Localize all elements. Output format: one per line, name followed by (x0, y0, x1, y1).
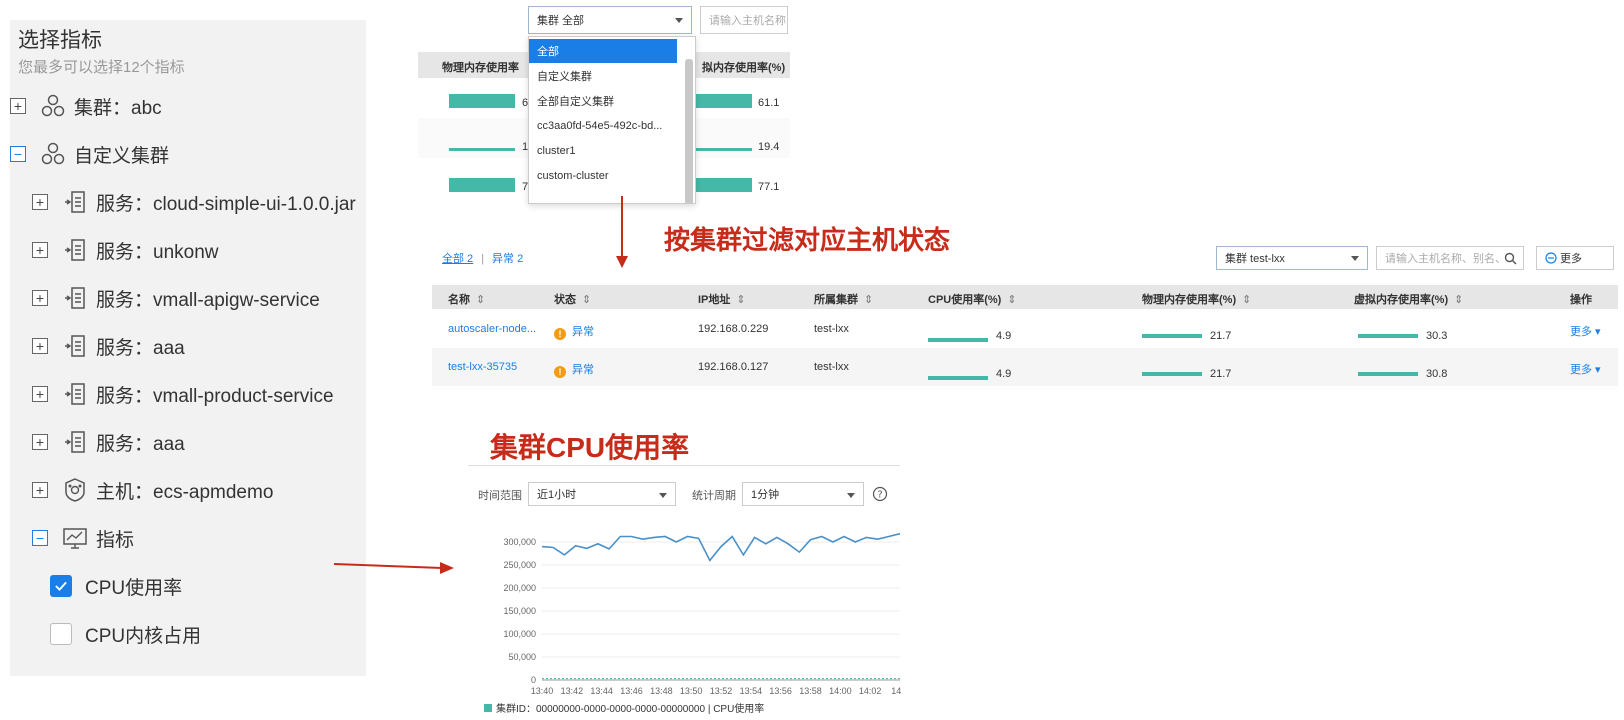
cpu-usage-chart: 0 50,000 100,000 150,000 200,000 250,000 300,0… (503, 532, 902, 696)
chevron-down-icon (659, 493, 667, 498)
more-button-label: 更多 (1560, 253, 1582, 265)
table-row: test-lxx-35735 ! 异常 192.168.0.127 test-lx… (432, 348, 1618, 386)
row-more-link[interactable]: 更多 ▾ (1570, 323, 1601, 339)
status-badge: ! 异常 (554, 361, 594, 378)
memory-value: 21.7 (1210, 330, 1232, 342)
x-tick-label: 13:48 (650, 686, 673, 696)
y-tick-label: 200,000 (503, 583, 536, 593)
host-table-search-input[interactable]: 请输入主机名称、别名、 (1376, 246, 1524, 270)
chevron-down-icon (847, 493, 855, 498)
table-row: autoscaler-node... ! 异常 192.168.0.229 tes… (432, 310, 1618, 348)
x-tick-label: 14:00 (829, 686, 852, 696)
chart-legend[interactable]: 集群ID：00000000-0000-0000-0000-00000000 | … (484, 700, 764, 715)
cpu-bar (928, 376, 988, 380)
status-tabs: 全部 2 | 异常 2 (442, 250, 523, 266)
tab-abnormal[interactable]: 异常 2 (492, 253, 523, 265)
x-tick-label: 14:0 (891, 686, 902, 696)
svg-text:?: ? (877, 490, 882, 501)
search-icon[interactable] (1504, 252, 1517, 265)
column-header-name[interactable]: 名称 ⇕ (448, 291, 485, 307)
column-header-actions: 操作 (1570, 294, 1592, 306)
x-tick-label: 14:02 (859, 686, 882, 696)
time-range-select[interactable]: 近1小时 (528, 482, 676, 506)
sort-icon: ⇕ (1242, 294, 1252, 306)
memory-value: 21.7 (1210, 368, 1232, 380)
column-header-cluster[interactable]: 所属集群 ⇕ (814, 291, 873, 307)
sort-icon: ⇕ (1007, 294, 1017, 306)
right-arrow-icon (333, 562, 454, 574)
host-table-search-placeholder: 请输入主机名称、别名、 (1385, 253, 1506, 265)
x-tick-label: 13:40 (531, 686, 554, 696)
minus-circle-icon (1545, 252, 1557, 264)
sort-icon: ⇕ (476, 294, 486, 306)
host-table-header: 名称 ⇕ 状态 ⇕ IP地址 ⇕ 所属集群 ⇕ CPU使用率(%) ⇕ 物理内存使用率(%… (432, 285, 1618, 309)
vmemory-bar (1358, 372, 1418, 376)
cpu-value: 4.9 (996, 368, 1012, 380)
memory-bar (1142, 334, 1202, 338)
sort-icon: ⇕ (864, 294, 874, 306)
column-header-cpu[interactable]: CPU使用率(%) ⇕ (928, 291, 1017, 307)
y-tick-label: 0 (531, 675, 536, 685)
x-tick-label: 13:52 (710, 686, 733, 696)
y-tick-label: 300,000 (503, 537, 536, 547)
warning-icon: ! (554, 366, 566, 378)
x-tick-label: 13:58 (799, 686, 822, 696)
cpu-value: 4.9 (996, 330, 1012, 342)
time-range-label: 时间范围 (478, 490, 522, 502)
status-badge: ! 异常 (554, 323, 594, 340)
period-label: 统计周期 (692, 490, 736, 502)
y-tick-label: 50,000 (508, 652, 536, 662)
host-cluster-select-value: 集群 test-lxx (1225, 253, 1285, 265)
chart-annotation: 集群CPU使用率 (490, 432, 690, 463)
vmemory-value: 30.8 (1426, 368, 1448, 380)
series-line-cpu-usage[interactable] (541, 532, 901, 562)
tab-all[interactable]: 全部 2 (442, 253, 473, 265)
column-header-memory[interactable]: 物理内存使用率(%) ⇕ (1142, 291, 1251, 307)
vmemory-value: 30.3 (1426, 330, 1448, 342)
time-range-value: 近1小时 (537, 489, 577, 501)
x-tick-label: 13:50 (680, 686, 703, 696)
memory-bar (1142, 372, 1202, 376)
host-cluster-select[interactable]: 集群 test-lxx (1216, 246, 1368, 270)
legend-label: 集群ID：00000000-0000-0000-0000-00000000 | … (496, 704, 765, 715)
legend-swatch (484, 704, 492, 712)
host-ip: 192.168.0.229 (698, 323, 769, 335)
tab-separator: | (481, 253, 485, 265)
x-tick-label: 13:44 (590, 686, 613, 696)
y-tick-label: 100,000 (503, 629, 536, 639)
cpu-bar (928, 338, 988, 342)
warning-icon: ! (554, 328, 566, 340)
host-name-link[interactable]: test-lxx-35735 (448, 361, 517, 373)
y-tick-label: 150,000 (503, 606, 536, 616)
divider (468, 465, 900, 466)
x-tick-label: 13:46 (620, 686, 643, 696)
sort-icon: ⇕ (1454, 294, 1464, 306)
vmemory-bar (1358, 334, 1418, 338)
more-button[interactable]: 更多 (1536, 246, 1614, 270)
sort-icon: ⇕ (582, 294, 592, 306)
down-arrow-icon (616, 196, 628, 268)
host-cluster: test-lxx (814, 361, 849, 373)
x-tick-label: 13:42 (561, 686, 584, 696)
host-ip: 192.168.0.127 (698, 361, 769, 373)
host-cluster: test-lxx (814, 323, 849, 335)
filter-annotation: 按集群过滤对应主机状态 (664, 225, 951, 255)
column-header-vmemory[interactable]: 虚拟内存使用率(%) ⇕ (1354, 291, 1463, 307)
column-header-ip[interactable]: IP地址 ⇕ (698, 291, 746, 307)
x-tick-label: 13:54 (740, 686, 763, 696)
row-more-link[interactable]: 更多 ▾ (1570, 361, 1601, 377)
column-header-status[interactable]: 状态 ⇕ (554, 291, 591, 307)
host-name-link[interactable]: autoscaler-node... (448, 323, 536, 335)
period-select[interactable]: 1分钟 (742, 482, 864, 506)
question-icon[interactable]: ? (872, 486, 888, 502)
chevron-down-icon (1351, 256, 1359, 261)
y-tick-label: 250,000 (503, 560, 536, 570)
period-value: 1分钟 (751, 489, 780, 501)
sort-icon: ⇕ (736, 294, 746, 306)
x-tick-label: 13:56 (769, 686, 792, 696)
